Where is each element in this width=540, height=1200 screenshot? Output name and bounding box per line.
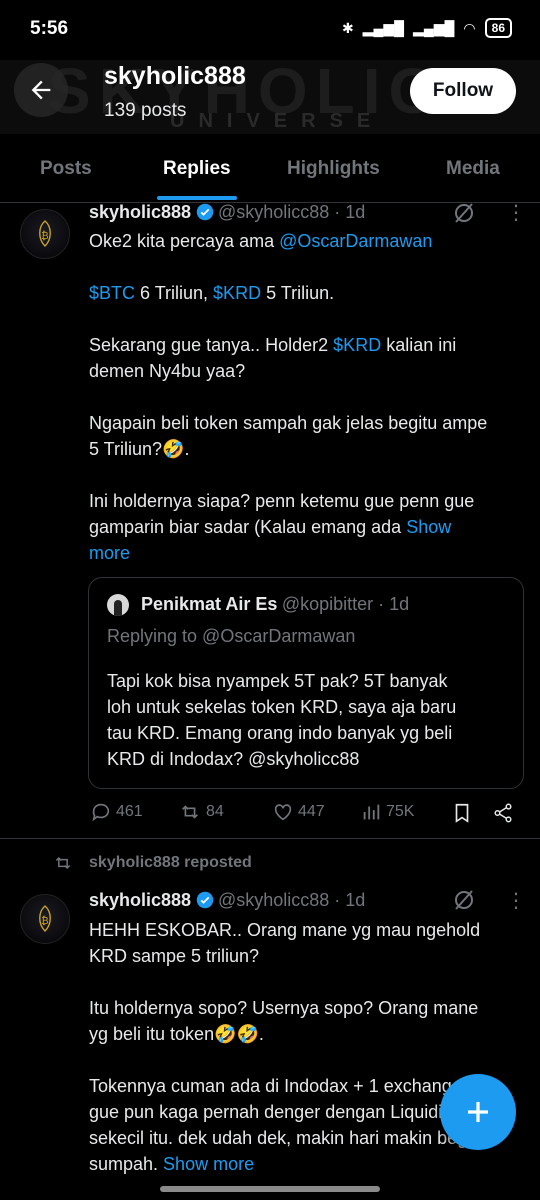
tweet-text: HEHH ESKOBAR.. Orang mane yg mau ngehold — [89, 920, 481, 940]
tweet-text: kalian ini — [381, 335, 457, 355]
tweet-text: Ngapain beli token sampah gak jelas begi… — [89, 413, 488, 433]
profile-header: SKYHOLIC UNIVERSE skyholic888 139 posts … — [0, 48, 540, 134]
replying-to: Replying to @OscarDarmawan — [107, 626, 356, 646]
quote-text: KRD di Indodax? @skyholicc88 — [107, 749, 360, 769]
mention-link[interactable]: @OscarDarmawan — [279, 231, 432, 251]
like-action[interactable]: 447 — [272, 801, 325, 823]
tweet-body: Oke2 kita percaya ama @OscarDarmawan $BT… — [89, 228, 529, 566]
show-more-link[interactable]: Show — [406, 517, 451, 537]
tweet-text: 5 Triliun?🤣. — [89, 439, 190, 459]
show-more-link-2[interactable]: more — [89, 540, 529, 566]
signal-icon: ▂▄▆█ — [362, 19, 405, 36]
signal-icon-2: ▂▄▆█ — [413, 19, 455, 36]
tweet-author-name[interactable]: skyholic888 — [89, 202, 191, 222]
tweet-text: KRD sampe 5 triliun? — [89, 946, 260, 966]
tweet-text: Itu holdernya sopo? Usernya sopo? Orang … — [89, 998, 479, 1018]
quoted-tweet[interactable]: Penikmat Air Es @kopibitter · 1d Replyin… — [88, 577, 524, 789]
tweet-text: 5 Triliun. — [261, 283, 335, 303]
reply-count: 461 — [116, 803, 143, 820]
profile-name: skyholic888 — [104, 62, 246, 90]
tweet-text: 6 Triliun, — [135, 283, 214, 303]
svg-text:₿: ₿ — [41, 915, 48, 927]
follow-button[interactable]: Follow — [410, 68, 516, 114]
repost-icon — [182, 805, 198, 819]
tweet-author-name[interactable]: skyholic888 — [89, 890, 191, 910]
reply-action[interactable]: 461 — [90, 801, 143, 823]
wifi-icon: ◠ — [463, 19, 476, 36]
views-chart-icon — [363, 804, 380, 820]
tweet-author-handle: @skyholicc88 · 1d — [217, 890, 366, 910]
quote-text: loh untuk sekelas token KRD, saya aja ba… — [107, 697, 457, 717]
quote-avatar — [107, 594, 129, 616]
back-button[interactable] — [14, 63, 68, 117]
like-count: 447 — [298, 803, 325, 820]
grok-icon[interactable] — [452, 888, 476, 912]
reposted-label[interactable]: skyholic888 reposted — [89, 854, 252, 872]
gesture-home-bar[interactable] — [160, 1186, 380, 1192]
profile-tabs: Posts Replies Highlights Media — [0, 134, 540, 203]
verified-badge-icon — [196, 203, 213, 221]
tab-highlights[interactable]: Highlights — [287, 158, 380, 180]
avatar[interactable]: ₿ — [20, 894, 70, 944]
post-count: 139 posts — [104, 100, 187, 121]
reposted-icon — [55, 856, 71, 870]
bookmark-icon[interactable] — [451, 802, 473, 824]
tweet-text: Ini holdernya siapa? penn ketemu gue pen… — [89, 491, 475, 511]
tweet-header: skyholic888 @skyholicc88 · 1d — [89, 202, 365, 223]
cashtag-krd[interactable]: $KRD — [213, 283, 261, 303]
show-more-link[interactable]: Show more — [163, 1154, 254, 1174]
quote-text: tau KRD. Emang orang indo banyak yg beli — [107, 723, 453, 743]
back-arrow-icon — [31, 80, 51, 100]
reply-icon — [92, 803, 110, 822]
tweet-header: skyholic888 @skyholicc88 · 1d — [89, 890, 365, 911]
tweet-text: yg beli itu token🤣🤣. — [89, 1024, 264, 1044]
cashtag-krd[interactable]: $KRD — [333, 335, 381, 355]
quote-body: Tapi kok bisa nyampek 5T pak? 5T banyak … — [107, 668, 517, 772]
bluetooth-icon: ✱ — [341, 19, 354, 36]
quote-author-handle: @kopibitter · 1d — [281, 594, 410, 614]
status-icons: ✱ ▂▄▆█ ▂▄▆█ ◠ 86 — [342, 18, 512, 38]
verified-badge-icon — [196, 891, 213, 909]
tab-replies[interactable]: Replies — [163, 158, 231, 180]
bitcoin-logo-icon: ₿ — [39, 905, 51, 932]
status-bar: 5:56 ✱ ▂▄▆█ ▂▄▆█ ◠ 86 — [0, 0, 540, 60]
views-action[interactable]: 75K — [360, 801, 414, 823]
active-tab-indicator — [157, 196, 237, 200]
svg-text:₿: ₿ — [41, 230, 48, 242]
tweet-text: gamparin biar sadar (Kalau emang ada — [89, 517, 407, 537]
more-options-icon[interactable]: ⋮ — [506, 888, 526, 913]
person-silhouette-icon — [114, 600, 122, 616]
tweet-text: Sekarang gue tanya.. Holder2 — [89, 335, 334, 355]
tweet-author-handle: @skyholicc88 · 1d — [217, 202, 366, 222]
share-icon[interactable] — [492, 802, 514, 824]
cashtag-btc[interactable]: $BTC — [89, 283, 135, 303]
grok-icon[interactable] — [452, 201, 476, 225]
more-options-icon[interactable]: ⋮ — [506, 200, 526, 225]
repost-count: 84 — [206, 803, 224, 820]
repost-action[interactable]: 84 — [178, 801, 224, 823]
tweet-text: sumpah. — [89, 1154, 164, 1174]
view-count: 75K — [386, 803, 415, 820]
quote-header: Penikmat Air Es @kopibitter · 1d — [141, 594, 409, 615]
heart-icon — [274, 804, 292, 821]
battery-icon: 86 — [484, 18, 512, 38]
bitcoin-logo-icon: ₿ — [39, 220, 51, 247]
tweet-text: Oke2 kita percaya ama — [89, 231, 280, 251]
compose-post-button[interactable] — [440, 1074, 516, 1150]
plus-icon — [468, 1102, 488, 1122]
tab-media[interactable]: Media — [446, 158, 500, 180]
tab-posts[interactable]: Posts — [40, 158, 92, 180]
tweet-divider — [0, 838, 540, 839]
avatar[interactable]: ₿ — [20, 209, 70, 259]
tweet-text: demen Ny4bu yaa? — [89, 361, 246, 381]
banner-logo-subtext: UNIVERSE — [170, 110, 385, 132]
quote-author-name: Penikmat Air Es — [141, 594, 278, 614]
quote-text: Tapi kok bisa nyampek 5T pak? 5T banyak — [107, 671, 448, 691]
status-time: 5:56 — [30, 18, 69, 39]
